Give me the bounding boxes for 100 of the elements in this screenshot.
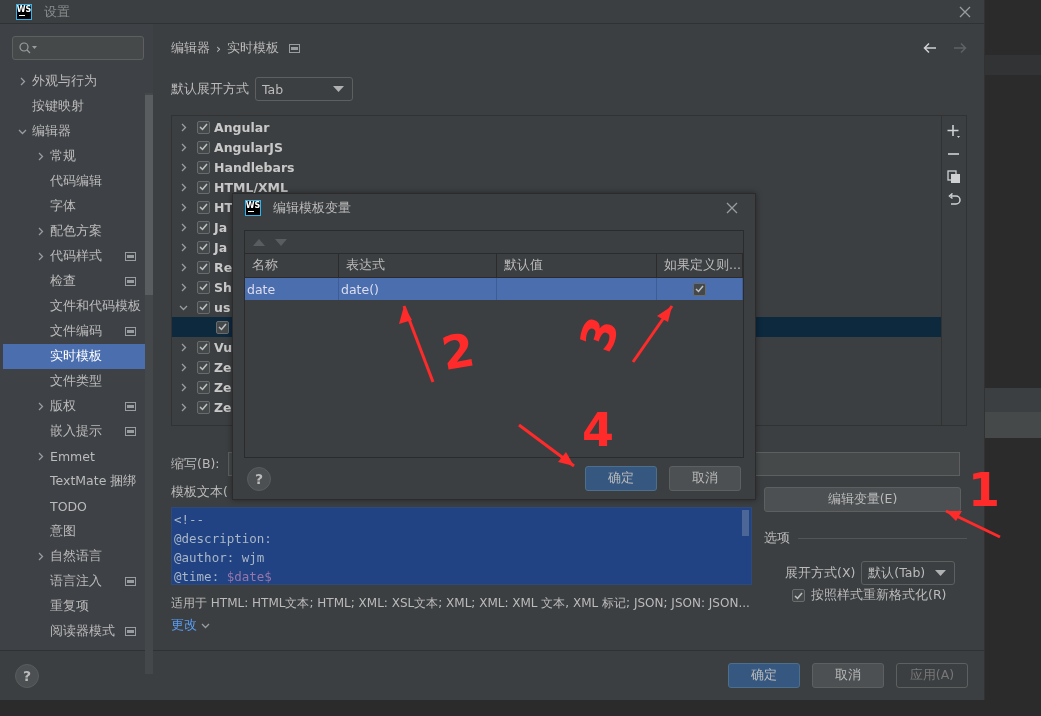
scrollbar[interactable] (145, 93, 153, 674)
template-group-label: AngularJS (214, 139, 283, 155)
dialog-button[interactable]: 取消 (669, 466, 741, 491)
expand-chevron-icon[interactable] (18, 77, 27, 86)
collapse-chevron-icon[interactable] (18, 127, 27, 136)
sidebar-item[interactable]: 字体 (3, 194, 145, 219)
column-header[interactable]: 表达式 (339, 254, 497, 278)
sidebar-item[interactable]: 意图 (3, 519, 145, 544)
sidebar-item[interactable]: 文件编码 (3, 319, 145, 344)
close-button[interactable] (958, 4, 972, 19)
close-button[interactable] (725, 200, 739, 215)
sidebar-item[interactable]: 编辑器 (3, 119, 145, 144)
sidebar-item[interactable]: 重复项 (3, 594, 145, 619)
dropdown-caret-icon (935, 570, 947, 576)
chevron-down-icon[interactable] (201, 621, 210, 630)
column-header[interactable]: 默认值 (497, 254, 657, 278)
expand-chevron-icon[interactable] (36, 152, 45, 161)
expand-chevron-icon[interactable] (36, 402, 45, 411)
checkbox[interactable] (197, 160, 210, 174)
abbreviation-label: 缩写(B): (171, 455, 220, 473)
sidebar-item[interactable]: 嵌入提示 (3, 419, 145, 444)
annotation-number: 3 (568, 309, 631, 359)
search-field[interactable] (12, 36, 144, 60)
checkbox[interactable] (197, 340, 210, 354)
expand-chevron-icon[interactable] (179, 402, 188, 412)
expand-with-dropdown[interactable]: 默认(Tab) (861, 561, 956, 585)
checkbox[interactable] (197, 380, 210, 394)
checkbox[interactable] (197, 200, 210, 214)
expand-chevron-icon[interactable] (179, 162, 188, 172)
expand-chevron-icon[interactable] (179, 182, 188, 192)
expand-chevron-icon[interactable] (179, 362, 188, 372)
app-logo: WS (16, 3, 32, 20)
add-icon[interactable] (947, 124, 961, 138)
sidebar-item[interactable]: 常规 (3, 144, 145, 169)
expand-chevron-icon[interactable] (179, 282, 188, 292)
copy-icon[interactable] (947, 170, 961, 184)
scrollbar-thumb[interactable] (742, 510, 749, 536)
expand-chevron-icon[interactable] (179, 242, 188, 252)
table-cell[interactable]: date (245, 278, 339, 300)
column-header[interactable]: 名称 (245, 254, 339, 278)
checkbox[interactable] (197, 140, 210, 154)
dialog-button[interactable]: 取消 (812, 663, 884, 688)
checkbox[interactable] (197, 300, 210, 314)
dialog-button[interactable]: 确定 (585, 466, 657, 491)
sidebar-item[interactable]: 代码样式 (3, 244, 145, 269)
expand-chevron-icon[interactable] (179, 342, 188, 352)
expand-chevron-icon[interactable] (179, 122, 188, 132)
table-cell[interactable]: date() (339, 278, 497, 300)
sidebar-item[interactable]: 外观与行为 (3, 69, 145, 94)
sidebar-item[interactable]: 版权 (3, 394, 145, 419)
help-button[interactable]: ? (247, 466, 271, 491)
expand-dropdown[interactable]: Tab (255, 77, 353, 101)
expand-chevron-icon[interactable] (36, 552, 45, 561)
expand-chevron-icon[interactable] (179, 222, 188, 232)
change-link[interactable]: 更改 (171, 617, 210, 634)
breadcrumb-item: 实时模板 (227, 39, 279, 57)
expand-chevron-icon[interactable] (179, 262, 188, 272)
expand-chevron-icon[interactable] (179, 382, 188, 392)
applicable-contexts-text: 适用于 HTML: HTML文本; HTML; XML: XSL文本; XML; XML: XML 文本, XML 标记; JSON; JSON: JSON... (171, 595, 751, 612)
checkbox[interactable] (197, 400, 210, 414)
expand-chevron-icon[interactable] (179, 202, 188, 212)
sidebar-item[interactable]: TextMate 捆绑 (3, 469, 145, 494)
undo-icon[interactable] (947, 193, 961, 207)
sidebar-item[interactable]: 检查 (3, 269, 145, 294)
dialog-button[interactable]: 确定 (728, 663, 800, 688)
sidebar-item[interactable]: 自然语言 (3, 544, 145, 569)
annotation-arrow (631, 305, 674, 363)
checkbox[interactable] (197, 360, 210, 374)
template-group-label: HTML/XML (214, 179, 288, 195)
dropdown-caret-icon (333, 86, 344, 92)
sidebar-item[interactable]: 阅读器模式 (3, 619, 145, 644)
expand-chevron-icon[interactable] (36, 227, 45, 236)
checkbox[interactable] (197, 180, 210, 194)
sidebar-item[interactable]: 按键映射 (3, 94, 145, 119)
checkbox[interactable] (693, 282, 706, 296)
back-arrow-icon[interactable] (923, 42, 937, 54)
expand-chevron-icon[interactable] (36, 252, 45, 261)
checkbox[interactable] (197, 240, 210, 254)
sidebar-item[interactable]: 文件和代码模板 (3, 294, 145, 319)
sidebar-item[interactable]: TODO (3, 494, 145, 519)
sidebar-item[interactable]: Emmet (3, 444, 145, 469)
edit-variables-button[interactable]: 编辑变量(E) (764, 487, 961, 512)
sidebar-item[interactable]: 代码编辑 (3, 169, 145, 194)
column-header[interactable]: 如果定义则... (657, 254, 743, 278)
help-button[interactable]: ? (15, 663, 39, 688)
table-cell[interactable] (657, 278, 743, 300)
expand-chevron-icon[interactable] (36, 452, 45, 461)
checkbox[interactable] (216, 320, 229, 334)
sidebar-item[interactable]: 文件类型 (3, 369, 145, 394)
checkbox[interactable] (197, 220, 210, 234)
checkbox[interactable] (792, 589, 805, 602)
checkbox[interactable] (197, 260, 210, 274)
checkbox[interactable] (197, 280, 210, 294)
sidebar-item[interactable]: 配色方案 (3, 219, 145, 244)
template-text-area[interactable]: <!-- @description: @author: wjm @time: $date$ (171, 507, 752, 585)
sidebar-item[interactable]: 语言注入 (3, 569, 145, 594)
template-group-label: us (214, 299, 231, 315)
expand-chevron-icon[interactable] (179, 142, 188, 152)
sidebar-item[interactable]: 实时模板 (3, 344, 145, 369)
checkbox[interactable] (197, 120, 210, 134)
